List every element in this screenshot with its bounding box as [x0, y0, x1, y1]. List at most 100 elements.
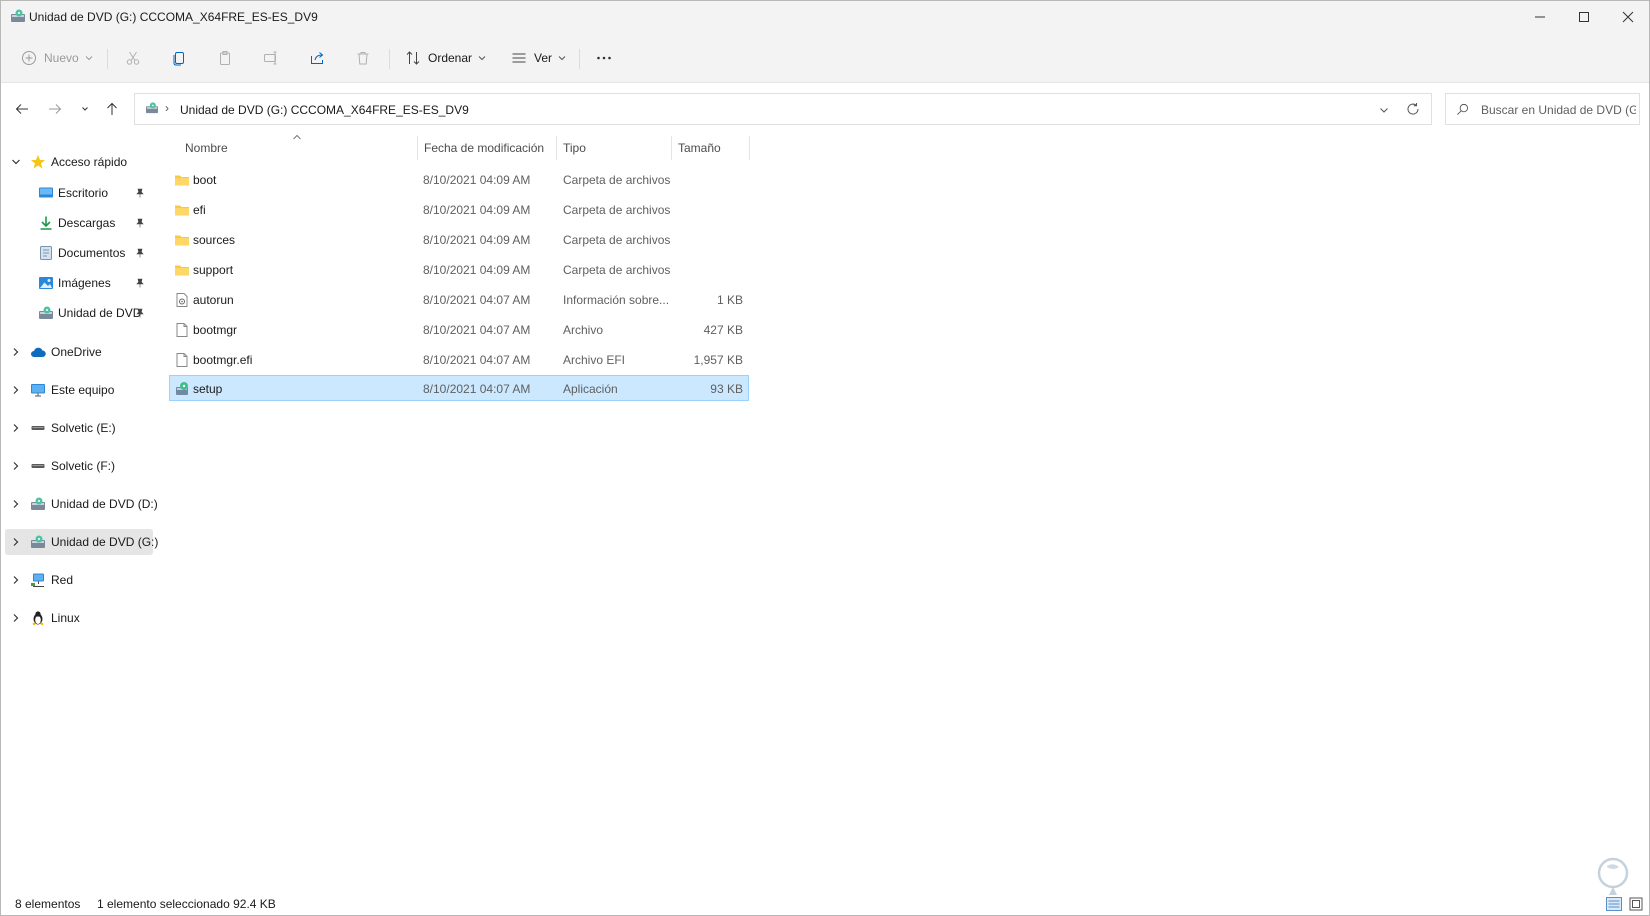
sidebar-item-este-equipo[interactable]: Este equipo [5, 377, 153, 403]
file-icon [176, 353, 188, 367]
chevron-right-icon[interactable] [11, 575, 21, 585]
toolbar-divider [579, 49, 580, 69]
sidebar-item-unidad-dvd-g[interactable]: Unidad de DVD (G:) [5, 529, 158, 555]
file-row-efi[interactable]: efi 8/10/2021 04:09 AM Carpeta de archiv… [169, 196, 749, 222]
chevron-right-icon[interactable] [11, 423, 21, 433]
chevron-right-icon[interactable] [11, 385, 21, 395]
recent-locations-button[interactable] [73, 95, 97, 123]
cut-button[interactable] [125, 43, 141, 73]
file-type: Carpeta de archivos [563, 173, 671, 187]
file-type: Carpeta de archivos [563, 203, 671, 217]
minimize-icon [1535, 16, 1545, 18]
dvd-drive-icon [31, 535, 45, 548]
column-divider[interactable] [671, 136, 672, 160]
sidebar-item-label: Acceso rápido [51, 155, 128, 169]
column-header-date[interactable]: Fecha de modificación [424, 133, 544, 163]
pin-icon [136, 248, 144, 258]
file-row-sources[interactable]: sources 8/10/2021 04:09 AM Carpeta de ar… [169, 226, 749, 252]
sidebar-item-imagenes[interactable]: Imágenes [5, 270, 153, 296]
paste-button[interactable] [217, 43, 233, 73]
column-header-name[interactable]: Nombre [185, 133, 228, 163]
search-icon [1457, 103, 1469, 115]
sidebar-item-descargas[interactable]: Descargas [5, 210, 153, 236]
network-icon [31, 573, 44, 587]
sidebar-item-label: Escritorio [58, 186, 109, 200]
search-input[interactable]: Buscar en Unidad de DVD (G:) [1445, 93, 1640, 125]
column-header-type[interactable]: Tipo [563, 133, 586, 163]
chevron-down-icon [85, 56, 93, 61]
column-divider[interactable] [417, 136, 418, 160]
minimize-button[interactable] [1517, 1, 1563, 33]
close-button[interactable] [1605, 1, 1650, 33]
file-row-bootmgr-efi[interactable]: bootmgr.efi 8/10/2021 04:07 AM Archivo E… [169, 346, 749, 372]
sidebar-item-unidad-dvd-d[interactable]: Unidad de DVD (D:) [5, 491, 158, 517]
folder-icon [175, 175, 189, 186]
chevron-right-icon[interactable] [11, 461, 21, 471]
sidebar-item-documentos[interactable]: Documentos [5, 240, 153, 266]
file-explorer-window: Unidad de DVD (G:) CCCOMA_X64FRE_ES-ES_D… [0, 0, 1650, 916]
cloud-icon [31, 347, 46, 357]
pin-icon [136, 308, 144, 318]
file-name: support [193, 263, 234, 277]
new-button[interactable]: Nuevo [21, 43, 93, 73]
star-icon [31, 155, 45, 169]
column-divider[interactable] [556, 136, 557, 160]
sidebar-item-unidad-dvd-pinned[interactable]: Unidad de DVD [5, 300, 153, 326]
sidebar-item-onedrive[interactable]: OneDrive [5, 339, 153, 365]
refresh-icon[interactable] [1406, 102, 1420, 116]
rename-icon [264, 51, 277, 65]
copy-button[interactable] [171, 43, 187, 73]
file-name: boot [193, 173, 217, 187]
sort-button[interactable]: Ordenar [405, 43, 486, 73]
sidebar-item-linux[interactable]: Linux [5, 605, 153, 631]
back-button[interactable] [10, 95, 34, 123]
up-button[interactable] [100, 95, 124, 123]
more-options-button[interactable] [596, 43, 612, 73]
computer-icon [31, 384, 45, 397]
file-date: 8/10/2021 04:07 AM [423, 382, 531, 396]
chevron-right-icon[interactable] [11, 613, 21, 623]
file-icon [176, 323, 188, 337]
sidebar-item-label: Unidad de DVD [58, 306, 142, 320]
chevron-down-icon[interactable] [11, 157, 21, 167]
chevron-right-icon[interactable] [11, 347, 21, 357]
maximize-button[interactable] [1561, 1, 1607, 33]
address-bar[interactable]: › Unidad de DVD (G:) CCCOMA_X64FRE_ES-ES… [134, 93, 1432, 125]
forward-button[interactable] [43, 95, 67, 123]
chevron-down-icon[interactable] [1378, 104, 1390, 116]
chevron-right-icon[interactable] [11, 537, 21, 547]
sidebar-item-escritorio[interactable]: Escritorio [5, 180, 153, 206]
column-divider[interactable] [749, 136, 750, 160]
delete-button[interactable] [355, 43, 371, 73]
share-button[interactable] [309, 43, 325, 73]
column-header-row: Nombre Fecha de modificación Tipo Tamaño [169, 133, 750, 163]
sidebar-item-label: Unidad de DVD (G:) [51, 535, 159, 549]
file-row-bootmgr[interactable]: bootmgr 8/10/2021 04:07 AM Archivo 427 K… [169, 316, 749, 342]
sidebar-item-label: Red [51, 573, 74, 587]
file-row-setup[interactable]: setup 8/10/2021 04:07 AM Aplicación 93 K… [169, 375, 749, 401]
sidebar-item-quick-access[interactable]: Acceso rápido [5, 149, 153, 175]
chevron-down-icon [478, 56, 486, 61]
view-button[interactable]: Ver [511, 43, 566, 73]
file-size: 1,957 KB [693, 353, 743, 367]
sidebar-item-solvetic-f[interactable]: Solvetic (F:) [5, 453, 153, 479]
settings-file-icon [176, 293, 188, 307]
file-size: 427 KB [703, 323, 743, 337]
chevron-down-icon [558, 56, 566, 61]
pictures-icon [39, 277, 53, 289]
sidebar-item-solvetic-e[interactable]: Solvetic (E:) [5, 415, 153, 441]
file-row-autorun[interactable]: autorun 8/10/2021 04:07 AM Información s… [169, 286, 749, 312]
file-name: setup [193, 382, 223, 396]
file-row-support[interactable]: support 8/10/2021 04:09 AM Carpeta de ar… [169, 256, 749, 282]
new-label: Nuevo [44, 51, 79, 65]
file-row-boot[interactable]: boot 8/10/2021 04:09 AM Carpeta de archi… [169, 166, 749, 192]
file-date: 8/10/2021 04:09 AM [423, 263, 531, 277]
column-header-size[interactable]: Tamaño [678, 133, 721, 163]
download-icon [40, 216, 52, 230]
sidebar-item-red[interactable]: Red [5, 567, 153, 593]
toolbar-divider [107, 49, 108, 69]
breadcrumb[interactable]: Unidad de DVD (G:) CCCOMA_X64FRE_ES-ES_D… [180, 103, 469, 117]
breadcrumb-separator[interactable]: › [165, 101, 169, 115]
chevron-right-icon[interactable] [11, 499, 21, 509]
rename-button[interactable] [263, 43, 279, 73]
